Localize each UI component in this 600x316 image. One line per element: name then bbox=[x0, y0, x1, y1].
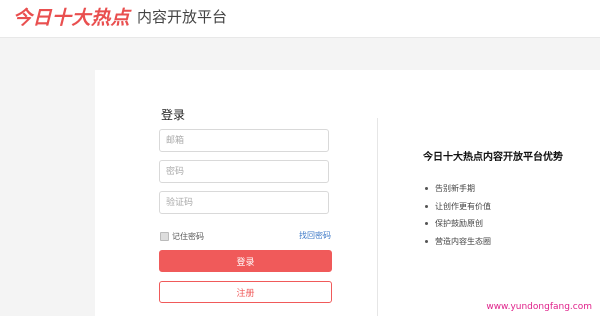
captcha-input[interactable] bbox=[159, 191, 329, 214]
email-input[interactable] bbox=[159, 129, 329, 152]
password-input[interactable] bbox=[159, 160, 329, 183]
list-item: 让创作更有价值 bbox=[425, 198, 491, 216]
advantages-title: 今日十大热点内容开放平台优势 bbox=[423, 152, 563, 163]
vertical-divider bbox=[377, 118, 378, 316]
advantages-list: 告别新手期 让创作更有价值 保护鼓励原创 营造内容生态圈 bbox=[425, 180, 491, 250]
bullet-icon bbox=[425, 204, 428, 208]
watermark: www.yundongfang.com bbox=[486, 302, 592, 312]
bullet-icon bbox=[425, 187, 428, 191]
top-header: 今日十大热点 内容开放平台 bbox=[0, 0, 600, 38]
remember-checkbox[interactable] bbox=[160, 231, 169, 241]
login-card: 登录 记住密码 找回密码 登录 注册 今日十大热点内容开放平台优势 告别新手期 … bbox=[95, 70, 600, 316]
advantage-text: 营造内容生态圈 bbox=[435, 236, 491, 246]
login-title: 登录 bbox=[161, 108, 186, 122]
register-button[interactable]: 注册 bbox=[159, 281, 332, 303]
platform-title: 内容开放平台 bbox=[137, 8, 228, 26]
advantage-text: 告别新手期 bbox=[435, 184, 475, 193]
list-item: 保护鼓励原创 bbox=[425, 215, 491, 233]
list-item: 告别新手期 bbox=[425, 180, 491, 198]
bullet-icon bbox=[425, 222, 428, 226]
remember-password[interactable]: 记住密码 bbox=[160, 230, 204, 242]
logo[interactable]: 今日十大热点 bbox=[13, 3, 130, 30]
advantage-text: 让创作更有价值 bbox=[435, 201, 491, 211]
bullet-icon bbox=[425, 239, 428, 243]
forgot-password-link[interactable]: 找回密码 bbox=[299, 230, 331, 241]
login-button[interactable]: 登录 bbox=[159, 250, 332, 272]
advantage-text: 保护鼓励原创 bbox=[435, 219, 483, 228]
remember-label: 记住密码 bbox=[172, 231, 204, 241]
list-item: 营造内容生态圈 bbox=[425, 233, 491, 251]
